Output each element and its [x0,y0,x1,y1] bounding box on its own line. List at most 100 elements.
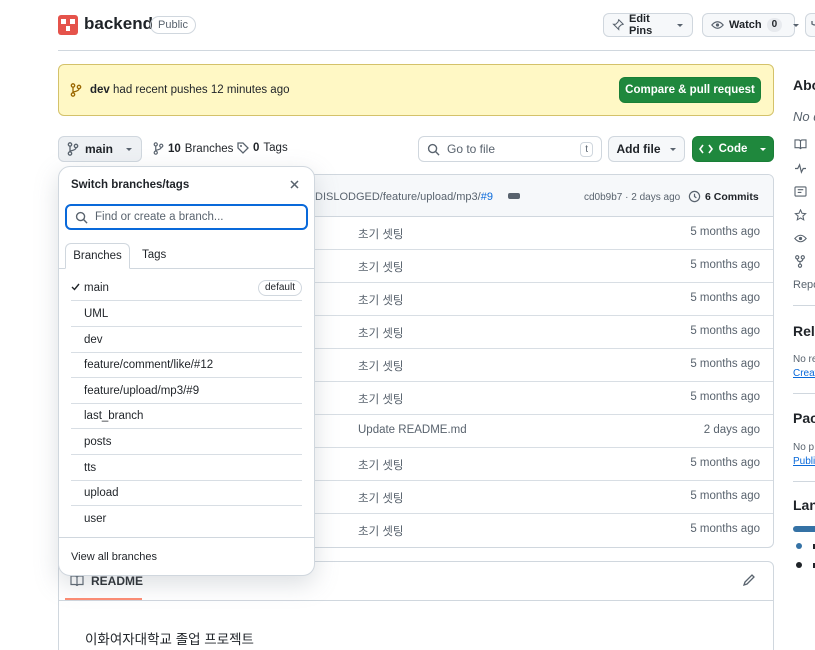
code-icon [698,144,713,154]
latest-commit-message[interactable]: DISLODGED/feature/upload/mp3/#9 [315,191,493,203]
branch-item[interactable]: feature/comment/like/#12 [71,352,302,378]
compare-pull-request-button[interactable]: Compare & pull request [619,77,761,103]
sidebar-divider [793,305,815,306]
file-commit-message[interactable]: 초기 셋팅 [358,226,404,242]
book-icon[interactable] [794,139,807,150]
repo-name[interactable]: backend [84,14,153,34]
file-commit-message[interactable]: 초기 셋팅 [358,358,404,374]
dropdown-footer-divider [59,537,314,538]
readme-tab-label: README [91,574,144,588]
branch-search-input[interactable]: Find or create a branch... [65,204,308,230]
add-file-button[interactable]: Add file [608,136,685,162]
file-commit-message[interactable]: 초기 셋팅 [358,490,404,506]
branch-dropdown: Switch branches/tags Find or create a br… [58,166,315,576]
latest-commit-hash[interactable]: cd0b9b7 · 2 days ago [584,192,680,203]
watch-button[interactable]: Watch 0 [702,13,800,37]
sidebar-divider [793,481,815,482]
branch-name: upload [84,487,119,499]
branch-item[interactable]: feature/upload/mp3/#9 [71,378,302,404]
chevron-down-icon [792,21,800,29]
list-icon[interactable] [794,186,807,197]
pencil-icon[interactable] [742,573,756,587]
visibility-badge: Public [150,16,196,34]
report-link[interactable]: Repo [793,279,815,291]
recent-push-text: dev had recent pushes 12 minutes ago [90,84,289,96]
commit-time: · 2 days ago [625,192,681,203]
latest-commit-pr-link[interactable]: #9 [481,191,493,203]
pin-icon [612,19,624,31]
branch-name: feature/comment/like/#12 [84,359,214,371]
fork-button[interactable] [805,13,815,37]
chevron-down-icon [669,145,677,153]
branch-icon [70,83,82,97]
branch-item[interactable]: user [71,506,302,532]
branch-name: feature/upload/mp3/#9 [84,385,200,397]
file-commit-age: 5 months ago [690,292,760,304]
commit-hash[interactable]: cd0b9b7 [584,192,622,203]
readme-content: 이화여자대학교 졸업 프로젝트 [85,632,254,647]
view-all-branches-link[interactable]: View all branches [71,551,157,563]
search-icon [75,211,88,224]
branch-item[interactable]: tts [71,455,302,481]
branch-item[interactable]: last_branch [71,403,302,429]
commits-link[interactable]: 6 Commits [688,190,759,203]
eye-icon [711,19,724,31]
tags-link[interactable]: 0 Tags [237,142,288,154]
file-commit-age: 5 months ago [690,391,760,403]
file-commit-message[interactable]: 초기 셋팅 [358,325,404,341]
activity-icon[interactable] [794,163,807,174]
go-to-file-input[interactable]: Go to file t [418,136,602,162]
edit-pins-label: Edit Pins [629,13,653,37]
file-commit-message[interactable]: 초기 셋팅 [358,457,404,473]
branch-item[interactable]: dev [71,327,302,353]
file-commit-age: 5 months ago [690,490,760,502]
language-dot [796,562,802,568]
branch-selector-button[interactable]: main [58,136,142,162]
file-commit-message[interactable]: 초기 셋팅 [358,523,404,539]
packages-heading[interactable]: Pack [793,410,815,426]
branches-link[interactable]: 10 Branches [153,142,233,155]
edit-pins-button[interactable]: Edit Pins [603,13,693,37]
chevron-down-icon [676,21,684,29]
file-commit-age: 5 months ago [690,457,760,469]
language-bar [793,526,815,532]
ellipsis-icon[interactable] [508,193,520,199]
readme-tab[interactable]: README [70,574,143,588]
branch-name: posts [84,436,112,448]
file-commit-age: 5 months ago [690,325,760,337]
create-release-link[interactable]: Creat [793,368,815,379]
watch-count: 0 [766,18,783,32]
file-commit-age: 2 days ago [703,424,760,436]
recent-push-branch[interactable]: dev [90,84,110,96]
file-commit-message[interactable]: 초기 셋팅 [358,292,404,308]
publish-package-link[interactable]: Publi [793,456,815,467]
close-icon[interactable] [289,179,300,190]
search-icon [427,143,440,156]
eye-icon[interactable] [794,233,807,244]
branch-name: tts [84,462,97,474]
releases-heading[interactable]: Rele [793,323,815,339]
file-commit-age: 5 months ago [690,226,760,238]
code-button[interactable]: Code [692,136,774,162]
releases-text: No re [793,354,815,365]
branch-item[interactable]: UML [71,301,302,327]
file-commit-message[interactable]: Update README.md [358,424,467,436]
branch-item[interactable]: posts [71,429,302,455]
file-commit-message[interactable]: 초기 셋팅 [358,391,404,407]
chevron-down-icon [125,145,133,153]
about-heading: Abo [793,77,815,93]
packages-text: No p [793,442,815,453]
branch-name: last_branch [84,410,144,422]
about-description: No d [793,109,815,124]
branch-item[interactable]: upload [71,480,302,506]
file-commit-age: 5 months ago [690,523,760,535]
star-icon[interactable] [794,209,807,221]
tab-branches[interactable]: Branches [65,243,130,269]
languages-heading: Lang [793,497,815,513]
file-commit-message[interactable]: 초기 셋팅 [358,259,404,275]
branches-label: Branches [184,142,234,155]
fork-icon[interactable] [794,255,806,268]
tag-icon [237,142,249,154]
tab-tags[interactable]: Tags [142,249,166,261]
branch-item-main[interactable]: main default [71,275,302,301]
